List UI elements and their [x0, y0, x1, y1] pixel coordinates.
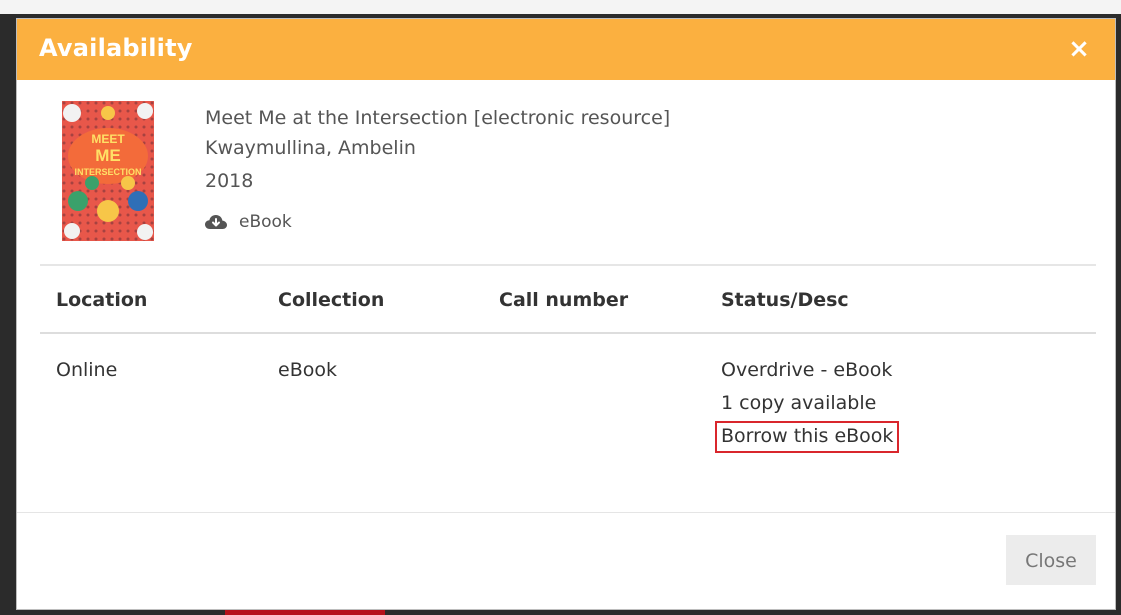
backdrop-top-edge: [0, 0, 1121, 14]
divider: [40, 332, 1096, 334]
status-provider: Overdrive - eBook: [721, 359, 893, 381]
header-collection: Collection: [278, 289, 385, 311]
footer-divider: [17, 512, 1115, 513]
cloud-download-icon: [205, 215, 227, 229]
dialog-header: Availability ×: [17, 19, 1115, 80]
header-location: Location: [56, 289, 148, 311]
availability-dialog: Availability × MEET ME INTERSECTION Meet…: [16, 18, 1116, 610]
cover-text-line-3: INTERSECTION: [74, 167, 141, 177]
dialog-title: Availability: [39, 34, 193, 62]
record-format: eBook: [205, 212, 292, 232]
cover-text-line-1: MEET: [91, 132, 125, 146]
cell-status: Overdrive - eBook 1 copy available Borro…: [715, 359, 900, 458]
book-cover[interactable]: MEET ME INTERSECTION: [62, 101, 154, 241]
divider: [40, 264, 1096, 266]
record-title[interactable]: Meet Me at the Intersection [electronic …: [205, 107, 670, 129]
close-icon[interactable]: ×: [1067, 35, 1091, 63]
header-call-number: Call number: [499, 289, 629, 311]
borrow-ebook-link[interactable]: Borrow this eBook: [715, 421, 900, 453]
cell-collection: eBook: [278, 359, 337, 381]
cell-location: Online: [56, 359, 118, 381]
record-author[interactable]: Kwaymullina, Ambelin: [205, 137, 416, 159]
cover-text-line-2: ME: [95, 146, 121, 165]
format-label: eBook: [239, 212, 292, 232]
header-status: Status/Desc: [721, 289, 849, 311]
close-button[interactable]: Close: [1006, 535, 1096, 585]
record-year: 2018: [205, 170, 254, 192]
book-cover-image: MEET ME INTERSECTION: [62, 101, 154, 241]
